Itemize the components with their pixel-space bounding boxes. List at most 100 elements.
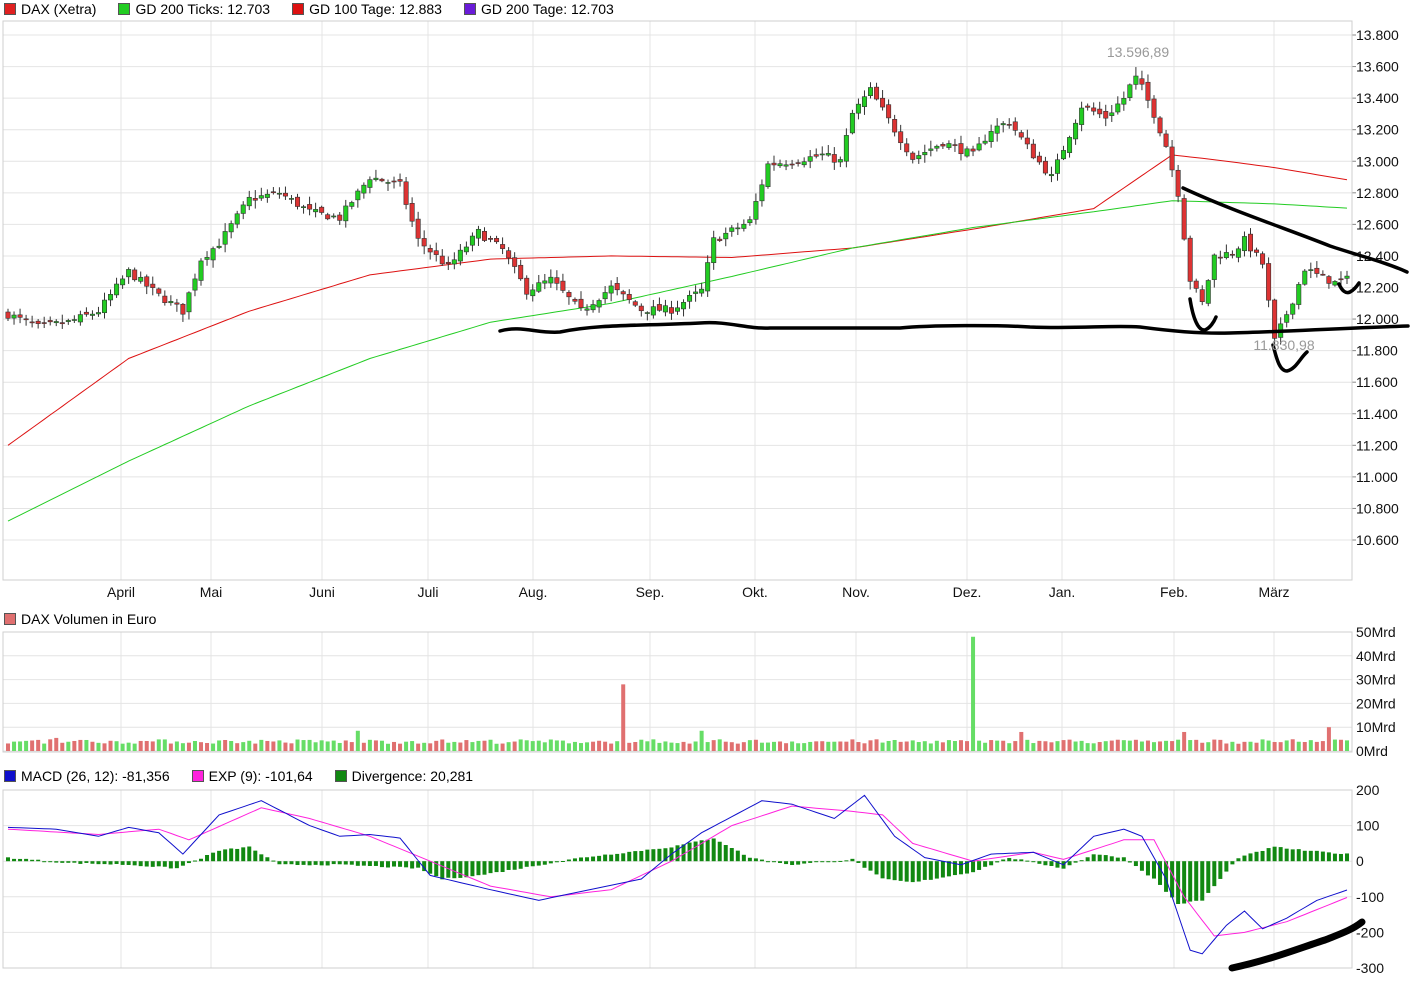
divergence-bar — [108, 861, 113, 865]
candle-body — [711, 237, 717, 264]
volume-bar — [1314, 741, 1319, 751]
volume-bar — [72, 740, 77, 751]
candle-body — [41, 322, 47, 324]
candle-body — [1193, 280, 1199, 289]
divergence-bar — [753, 858, 758, 862]
divergence-bar — [524, 861, 529, 867]
divergence-bar — [838, 860, 843, 862]
volume-bar — [723, 741, 728, 751]
volume-bar — [1278, 742, 1283, 751]
volume-bar — [271, 741, 276, 751]
divergence-bar — [174, 861, 179, 869]
divergence-bar — [1091, 854, 1096, 862]
volume-bar — [995, 740, 1000, 751]
volume-bar — [410, 741, 415, 751]
volume-bar — [1007, 743, 1012, 751]
candle-body — [699, 288, 705, 294]
candle-body — [102, 299, 108, 314]
volume-bar — [1284, 740, 1289, 751]
divergence-bar — [548, 861, 553, 864]
candle-body — [1139, 78, 1145, 85]
divergence-bar — [1001, 859, 1006, 862]
candle-body — [361, 184, 367, 194]
volume-bar — [1127, 740, 1132, 751]
volume-bar — [265, 740, 270, 751]
divergence-bar — [325, 861, 330, 866]
volume-bar — [1121, 740, 1126, 751]
volume-bar — [458, 742, 463, 751]
x-axis-label: Aug. — [519, 584, 548, 600]
candle-body — [77, 314, 83, 323]
volume-bar — [585, 742, 590, 751]
volume-bar — [1224, 743, 1229, 751]
candle-body — [1284, 314, 1290, 323]
divergence-bar — [796, 861, 801, 865]
volume-bar — [277, 740, 282, 751]
divergence-bar — [102, 861, 107, 865]
volume-bar — [48, 739, 53, 751]
volume-bar — [422, 742, 427, 751]
divergence-bar — [802, 861, 807, 864]
y-axis-label: 13.800 — [1356, 27, 1399, 43]
divergence-bar — [132, 861, 137, 866]
volume-bar — [542, 742, 547, 751]
candle-body — [843, 135, 849, 162]
candle-body — [162, 295, 168, 303]
candle-body — [1223, 252, 1229, 259]
candle-body — [946, 143, 952, 148]
divergence-bar — [1049, 861, 1054, 866]
volume-bar — [1212, 739, 1217, 751]
candle-body — [735, 227, 741, 230]
candle-body — [385, 182, 391, 184]
divergence-bar — [1296, 849, 1301, 862]
volume-bar — [168, 743, 173, 751]
volume-bar — [524, 740, 529, 751]
divergence-bar — [578, 857, 583, 862]
volume-axis-label: 10Mrd — [1356, 719, 1396, 735]
volume-bar — [301, 740, 306, 751]
divergence-bar — [747, 857, 752, 862]
volume-bar — [241, 742, 246, 751]
volume-bar — [235, 743, 240, 751]
volume-bar — [922, 741, 927, 751]
candle-body — [11, 314, 17, 319]
volume-bar — [1145, 740, 1150, 751]
candle-body — [1344, 275, 1350, 279]
candle-body — [1205, 280, 1211, 304]
divergence-bar — [741, 854, 746, 862]
candle-body — [668, 307, 674, 314]
candle-body — [228, 223, 234, 233]
candle-body — [325, 214, 331, 220]
volume-bar — [735, 743, 740, 751]
macd-axis-label: -300 — [1356, 960, 1384, 976]
volume-bar — [392, 741, 397, 751]
candle-body — [916, 155, 922, 160]
volume-bar — [150, 741, 155, 751]
volume-bar — [1019, 731, 1024, 751]
volume-bar — [796, 743, 801, 751]
x-axis-label: Sep. — [636, 584, 665, 600]
divergence-bar — [759, 859, 764, 862]
volume-bar — [1242, 741, 1247, 751]
candle-body — [1175, 169, 1181, 197]
volume-bar — [518, 739, 523, 751]
volume-bar — [591, 741, 596, 751]
divergence-bar — [826, 861, 831, 863]
divergence-bar — [6, 857, 10, 862]
divergence-bar — [958, 861, 963, 875]
volume-axis-label: 50Mrd — [1356, 624, 1396, 640]
volume-bar — [916, 742, 921, 751]
volume-bar — [971, 636, 976, 751]
candle-body — [288, 198, 294, 200]
divergence-bar — [862, 861, 867, 868]
divergence-bar — [1097, 854, 1102, 862]
divergence-bar — [398, 861, 403, 867]
candle-body — [1163, 133, 1169, 147]
divergence-bar — [1332, 853, 1337, 862]
divergence-bar — [452, 861, 457, 879]
x-axis-label: Mai — [200, 584, 223, 600]
divergence-bar — [904, 861, 909, 882]
divergence-bar — [609, 854, 614, 862]
divergence-bar — [1025, 860, 1030, 862]
divergence-bar — [856, 861, 861, 863]
